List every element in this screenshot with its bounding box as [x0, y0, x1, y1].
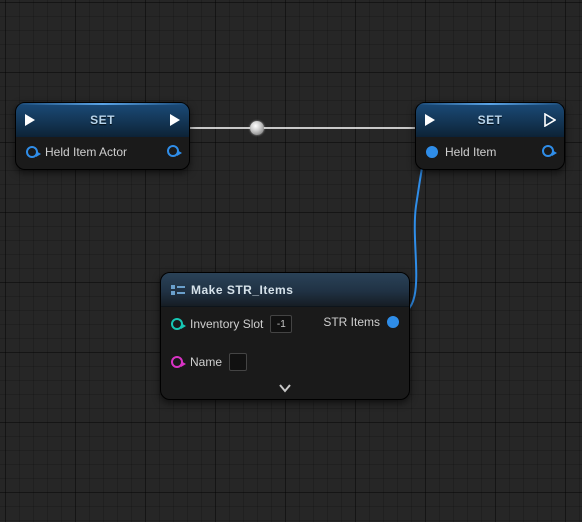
expand-arrow-icon[interactable] [161, 381, 409, 399]
inventory-slot-input-row[interactable]: Inventory Slot -1 [171, 315, 292, 333]
exec-out-pin[interactable] [544, 113, 556, 127]
held-item-input-row[interactable]: Held Item [426, 145, 496, 159]
node-title: SET [478, 113, 503, 127]
exec-in-pin[interactable] [424, 113, 436, 127]
exec-out-pin[interactable] [169, 113, 181, 127]
reroute-node[interactable] [250, 121, 264, 135]
node-header[interactable]: Make STR_Items [161, 273, 409, 307]
pin-label: Held Item Actor [45, 145, 127, 159]
make-str-items-node[interactable]: Make STR_Items Inventory Slot -1 Name ST… [160, 272, 410, 400]
node-title: Make STR_Items [191, 283, 293, 297]
object-pin-icon[interactable] [167, 145, 179, 157]
pin-label: STR Items [323, 315, 380, 329]
inventory-slot-value-input[interactable]: -1 [270, 315, 292, 333]
node-header[interactable]: SET [16, 103, 189, 137]
string-pin-icon[interactable] [171, 356, 183, 368]
struct-pin-icon[interactable] [387, 316, 399, 328]
set-held-item-node[interactable]: SET Held Item [415, 102, 565, 170]
str-items-output-row[interactable]: STR Items [323, 315, 399, 329]
int-pin-icon[interactable] [171, 318, 183, 330]
set-held-item-actor-node[interactable]: SET Held Item Actor [15, 102, 190, 170]
value-output-row[interactable] [167, 145, 179, 157]
node-title: SET [90, 113, 115, 127]
node-header[interactable]: SET [416, 103, 564, 137]
struct-icon [171, 284, 185, 296]
struct-pin-icon[interactable] [542, 145, 554, 157]
exec-in-pin[interactable] [24, 113, 36, 127]
pin-label: Held Item [445, 145, 496, 159]
held-item-actor-input-row[interactable]: Held Item Actor [26, 145, 127, 159]
pin-label: Name [190, 355, 222, 369]
object-pin-icon[interactable] [26, 146, 38, 158]
struct-pin-icon[interactable] [426, 146, 438, 158]
pin-label: Inventory Slot [190, 317, 263, 331]
wire-layer [0, 0, 582, 522]
value-output-row[interactable] [542, 145, 554, 157]
name-value-input[interactable] [229, 353, 247, 371]
name-input-row[interactable]: Name [171, 353, 292, 371]
